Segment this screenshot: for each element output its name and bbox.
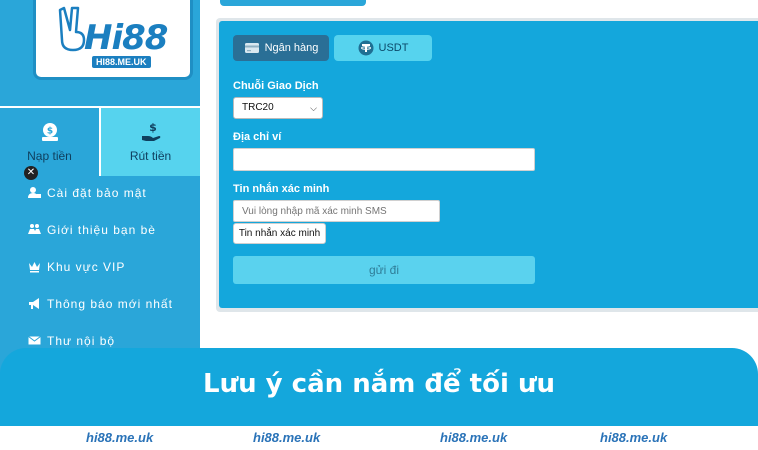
caption-banner: Lưu ý cần nắm để tối ưu	[0, 348, 758, 426]
submit-button[interactable]: gửi đi	[233, 256, 535, 284]
watermark-text: hi88.me.uk	[253, 430, 321, 445]
sidebar-item-announcements[interactable]: Thông báo mới nhất	[0, 285, 200, 322]
logo-brand: Hi88	[84, 18, 168, 58]
chain-select[interactable]: TRC20 ⌵	[233, 97, 323, 119]
sidebar-item-label: Thông báo mới nhất	[47, 296, 173, 311]
hand-dollar-icon: $	[141, 121, 160, 141]
svg-text:$: $	[149, 121, 157, 134]
sidebar-menu: Cài đặt bảo mật Giới thiệu bạn bè Khu vự…	[0, 174, 200, 359]
sidebar-item-label: Cài đặt bảo mật	[47, 185, 147, 200]
tether-icon	[358, 40, 374, 56]
tab-bank-label: Ngân hàng	[264, 42, 319, 54]
chain-label: Chuỗi Giao Dịch	[233, 80, 319, 92]
sidebar-item-label: Khu vực VIP	[47, 259, 126, 274]
chevron-down-icon: ⌵	[310, 103, 317, 113]
withdraw-button[interactable]: $ Rút tiền	[101, 108, 200, 176]
crown-icon	[29, 262, 40, 273]
sidebar-item-security[interactable]: Cài đặt bảo mật	[0, 174, 200, 211]
sidebar-item-label: Thư nội bộ	[47, 333, 116, 348]
address-label: Địa chỉ ví	[233, 131, 282, 143]
withdraw-form-panel: Ngân hàng USDT Chuỗi Giao Dịch TRC20 ⌵ Đ…	[219, 21, 758, 308]
wallet-address-input[interactable]	[233, 148, 535, 171]
tab-bank[interactable]: Ngân hàng	[233, 35, 329, 61]
send-sms-button[interactable]: Tin nhắn xác minh	[233, 223, 326, 244]
tab-usdt-label: USDT	[378, 42, 409, 54]
sidebar-item-vip[interactable]: Khu vực VIP	[0, 248, 200, 285]
sidebar-item-label: Giới thiệu bạn bè	[47, 222, 156, 237]
top-strip	[220, 0, 366, 6]
watermark-footer: hi88.me.uk hi88.me.uk hi88.me.uk hi88.me…	[0, 426, 758, 450]
withdraw-label: Rút tiền	[129, 149, 172, 163]
deposit-button[interactable]: $ Nạp tiền	[0, 108, 99, 176]
logo-url: HI88.ME.UK	[92, 56, 151, 68]
sms-label: Tin nhắn xác minh	[233, 183, 330, 195]
chain-select-value: TRC20	[242, 102, 274, 113]
svg-text:$: $	[46, 127, 52, 137]
megaphone-icon	[29, 298, 39, 309]
sms-code-input[interactable]	[233, 200, 440, 222]
credit-card-icon	[244, 43, 259, 53]
user-lock-icon	[28, 187, 41, 198]
watermark-text: hi88.me.uk	[600, 430, 668, 445]
sidebar-item-referral[interactable]: Giới thiệu bạn bè	[0, 211, 200, 248]
deposit-label: Nạp tiền	[27, 149, 72, 163]
banner-title: Lưu ý cần nắm để tối ưu	[203, 369, 555, 399]
tab-usdt[interactable]: USDT	[334, 35, 432, 61]
watermark-text: hi88.me.uk	[86, 430, 154, 445]
action-row: $ Nạp tiền $ Rút tiền	[0, 106, 200, 176]
money-bag-icon: $	[41, 123, 58, 141]
logo[interactable]: Hi88 HI88.ME.UK	[33, 0, 193, 80]
friends-icon	[28, 224, 41, 234]
watermark-text: hi88.me.uk	[440, 430, 508, 445]
envelope-icon	[28, 336, 41, 345]
